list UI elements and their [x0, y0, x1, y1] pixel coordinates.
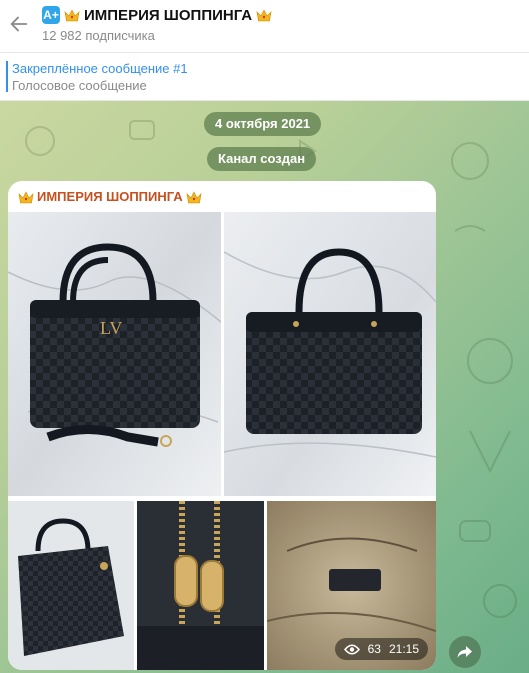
pinned-indicator: [6, 61, 8, 92]
bag-photo-side[interactable]: [8, 501, 134, 670]
subscriber-count: 12 982 подписчика: [42, 28, 155, 43]
pinned-subtitle: Голосовое сообщение: [12, 78, 147, 93]
pinned-message-bar[interactable]: Закреплённое сообщение #1 Голосовое сооб…: [0, 53, 529, 101]
chat-background: 4 октября 2021 Канал создан ИМПЕРИЯ ШОПП…: [0, 101, 529, 673]
channel-created-notice: Канал создан: [207, 147, 317, 171]
post-time: 21:15: [388, 642, 419, 656]
date-separator: 4 октября 2021: [204, 112, 322, 136]
crown-icon: [186, 190, 202, 203]
post-meta: 63 21:15: [334, 638, 428, 660]
crown-icon: [64, 9, 80, 22]
crown-icon: [256, 9, 272, 22]
bag-photo-zipper[interactable]: [137, 501, 264, 670]
channel-title: ИМПЕРИЯ ШОППИНГА: [84, 6, 253, 24]
pinned-title: Закреплённое сообщение #1: [12, 61, 188, 76]
bag-photo-front[interactable]: LV: [8, 212, 221, 496]
share-button[interactable]: [449, 636, 481, 668]
chat-header: A+ ИМПЕРИЯ ШОППИНГА 12 982 подписчика: [0, 0, 529, 53]
post-author-name: ИМПЕРИЯ ШОППИНГА: [37, 189, 183, 204]
crown-icon: [18, 190, 34, 203]
share-arrow-icon: [457, 646, 472, 658]
svg-text:LV: LV: [100, 318, 122, 338]
app-badge: A+: [42, 6, 60, 24]
arrow-left-icon[interactable]: [8, 13, 30, 35]
channel-post[interactable]: ИМПЕРИЯ ШОППИНГА LV 63 21:15: [8, 181, 436, 670]
eye-icon: [343, 644, 360, 654]
bag-photo-back[interactable]: [224, 212, 436, 496]
channel-title-row[interactable]: A+ ИМПЕРИЯ ШОППИНГА: [42, 6, 272, 24]
view-count: 63: [367, 642, 381, 656]
post-author[interactable]: ИМПЕРИЯ ШОППИНГА: [18, 189, 202, 204]
